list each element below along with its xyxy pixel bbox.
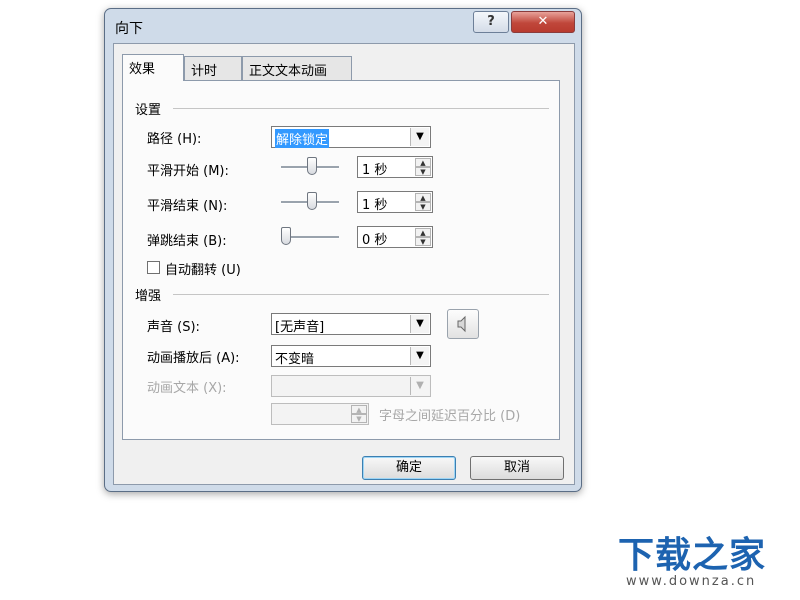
bounce-end-label: 弹跳结束 (B): — [147, 234, 227, 249]
auto-reverse-checkbox[interactable] — [147, 261, 160, 274]
chevron-down-icon[interactable]: ▼ — [410, 377, 429, 395]
spin-up-icon[interactable]: ▲ — [415, 228, 431, 237]
enhance-divider — [173, 294, 549, 295]
path-dropdown[interactable]: 解除锁定 ▼ — [271, 126, 431, 148]
spin-down-icon[interactable]: ▼ — [415, 202, 431, 211]
letter-delay-spinner[interactable]: ▲ ▼ — [271, 403, 369, 425]
animation-effect-dialog: 向下 ? ✕ 效果 计时 正文文本动画 设置 路径 (H): 解除锁定 ▼ 平滑… — [104, 8, 582, 492]
path-label: 路径 (H): — [147, 132, 202, 147]
smooth-start-spinner[interactable]: 1 秒 ▲ ▼ — [357, 156, 433, 178]
close-button[interactable]: ✕ — [511, 11, 575, 33]
smooth-end-value: 1 秒 — [362, 198, 388, 213]
smooth-start-label: 平滑开始 (M): — [147, 164, 229, 179]
watermark-url: www.downza.cn — [626, 574, 757, 589]
path-value: 解除锁定 — [275, 129, 330, 148]
settings-section-label: 设置 — [135, 103, 162, 118]
smooth-end-spinner[interactable]: 1 秒 ▲ ▼ — [357, 191, 433, 213]
smooth-end-label: 平滑结束 (N): — [147, 199, 228, 214]
chevron-down-icon[interactable]: ▼ — [410, 128, 429, 146]
bounce-end-spinner[interactable]: 0 秒 ▲ ▼ — [357, 226, 433, 248]
bounce-end-slider[interactable] — [281, 225, 341, 249]
tab-text-animation[interactable]: 正文文本动画 — [242, 56, 352, 80]
chevron-down-icon[interactable]: ▼ — [410, 347, 429, 365]
animate-text-dropdown[interactable]: ▼ — [271, 375, 431, 397]
letter-delay-label: 字母之间延迟百分比 (D) — [379, 409, 521, 424]
spin-down-icon[interactable]: ▼ — [351, 414, 367, 423]
smooth-start-slider[interactable] — [281, 155, 341, 179]
spin-up-icon[interactable]: ▲ — [415, 158, 431, 167]
help-button[interactable]: ? — [473, 11, 509, 33]
spin-down-icon[interactable]: ▼ — [415, 167, 431, 176]
animate-text-label: 动画文本 (X): — [147, 381, 227, 396]
after-animation-label: 动画播放后 (A): — [147, 351, 240, 366]
spin-down-icon[interactable]: ▼ — [415, 237, 431, 246]
smooth-start-value: 1 秒 — [362, 163, 388, 178]
effect-panel: 设置 路径 (H): 解除锁定 ▼ 平滑开始 (M): 1 秒 ▲ ▼ 平滑结束… — [122, 80, 560, 440]
after-animation-dropdown[interactable]: 不变暗 ▼ — [271, 345, 431, 367]
sound-value: [无声音] — [275, 320, 325, 335]
spin-up-icon[interactable]: ▲ — [415, 193, 431, 202]
ok-button[interactable]: 确定 — [362, 456, 456, 480]
slider-thumb[interactable] — [307, 192, 317, 210]
smooth-end-slider[interactable] — [281, 190, 341, 214]
speaker-icon — [457, 315, 466, 333]
chevron-down-icon[interactable]: ▼ — [410, 315, 429, 333]
settings-divider — [173, 108, 549, 109]
enhance-section-label: 增强 — [135, 289, 162, 304]
slider-thumb[interactable] — [307, 157, 317, 175]
tab-effect[interactable]: 效果 — [122, 54, 184, 81]
cancel-button[interactable]: 取消 — [470, 456, 564, 480]
tab-timing[interactable]: 计时 — [184, 56, 242, 80]
slider-thumb[interactable] — [281, 227, 291, 245]
auto-reverse-label[interactable]: 自动翻转 (U) — [165, 259, 241, 278]
dialog-title: 向下 — [115, 21, 143, 37]
watermark-logo: 下载之家 — [618, 535, 767, 576]
spin-up-icon[interactable]: ▲ — [351, 405, 367, 414]
sound-label: 声音 (S): — [147, 320, 200, 335]
dialog-client: 效果 计时 正文文本动画 设置 路径 (H): 解除锁定 ▼ 平滑开始 (M):… — [113, 43, 575, 485]
bounce-end-value: 0 秒 — [362, 233, 388, 248]
sound-dropdown[interactable]: [无声音] ▼ — [271, 313, 431, 335]
after-animation-value: 不变暗 — [275, 352, 315, 367]
sound-preview-button[interactable] — [447, 309, 479, 339]
title-bar: 向下 ? ✕ — [105, 9, 581, 43]
